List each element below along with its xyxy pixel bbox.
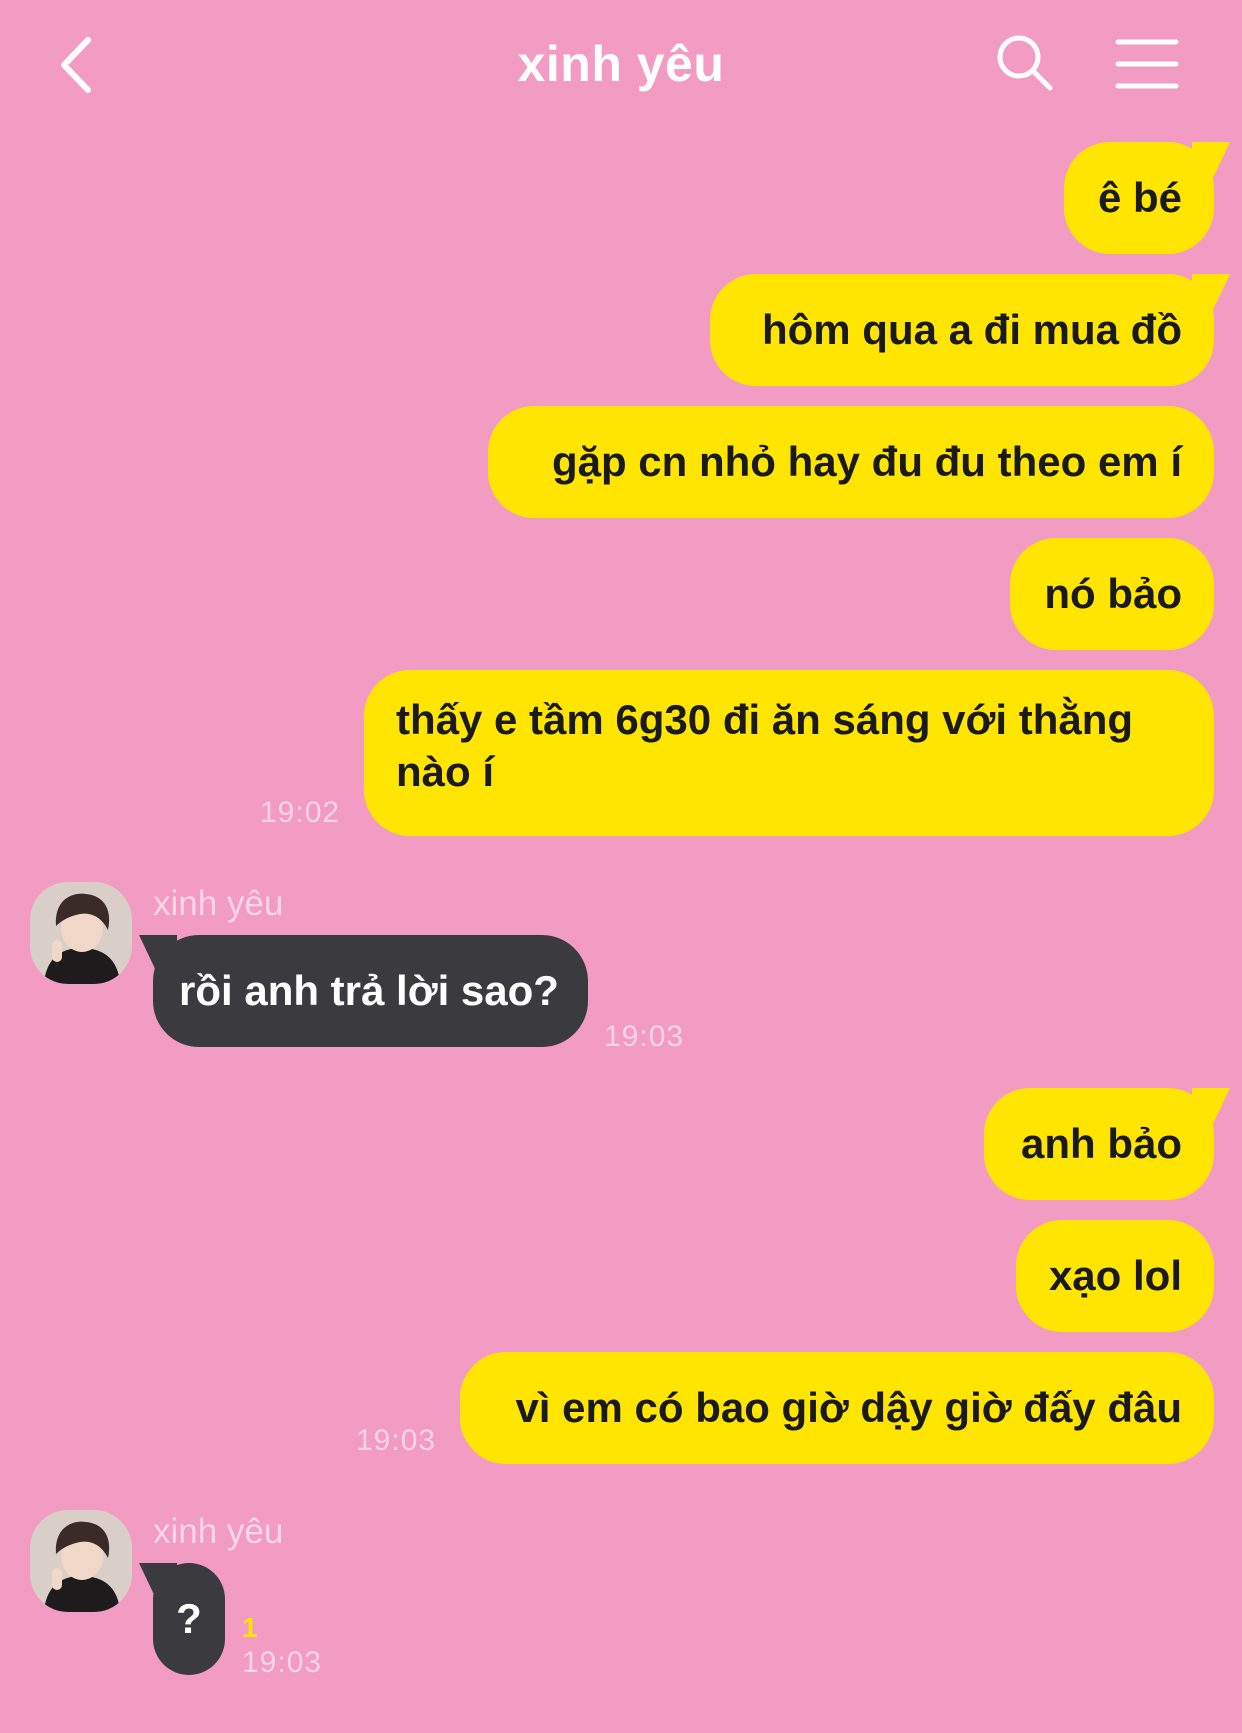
message-timestamp: 19:03 [356, 1424, 437, 1457]
sender-name: xinh yêu [153, 884, 284, 923]
message-text: vì em có bao giờ dậy giờ đấy đâu [515, 1384, 1182, 1431]
outgoing-message[interactable]: anh bảo [984, 1088, 1214, 1200]
outgoing-message[interactable]: ê bé [1064, 142, 1214, 254]
hamburger-menu-icon [1115, 39, 1179, 89]
message-text: rồi anh trả lời sao? [179, 967, 559, 1014]
message-timestamp: 19:02 [260, 796, 341, 829]
outgoing-message[interactable]: thấy e tầm 6g30 đi ăn sáng với thằng nào… [364, 670, 1214, 836]
chat-header: xinh yêu [0, 0, 1242, 135]
message-text: ? [176, 1595, 202, 1642]
menu-button[interactable] [1114, 36, 1180, 92]
message-text: hôm qua a đi mua đồ [761, 306, 1182, 353]
message-text: nó bảo [1044, 570, 1182, 617]
message-text: xạo lol [1048, 1252, 1182, 1299]
avatar[interactable] [30, 1510, 132, 1612]
outgoing-message[interactable]: vì em có bao giờ dậy giờ đấy đâu [460, 1352, 1214, 1464]
outgoing-message[interactable]: xạo lol [1016, 1220, 1214, 1332]
outgoing-message[interactable]: nó bảo [1010, 538, 1214, 650]
unread-count: 1 [242, 1612, 258, 1643]
message-text: gặp cn nhỏ hay đu đu theo em í [551, 438, 1182, 485]
incoming-message[interactable]: rồi anh trả lời sao? [153, 935, 588, 1047]
search-button[interactable] [994, 32, 1056, 94]
avatar[interactable] [30, 882, 132, 984]
message-text: anh bảo [1020, 1120, 1182, 1167]
sender-name: xinh yêu [153, 1512, 284, 1551]
search-icon [997, 35, 1053, 91]
message-timestamp: 19:03 [242, 1646, 323, 1679]
outgoing-message[interactable]: gặp cn nhỏ hay đu đu theo em í [488, 406, 1214, 518]
message-text: ê bé [1097, 174, 1182, 221]
message-timestamp: 19:03 [604, 1020, 685, 1053]
contact-photo-icon [30, 882, 132, 984]
message-text: thấy e tầm 6g30 đi ăn sáng với thằng nào… [396, 696, 1134, 795]
outgoing-message[interactable]: hôm qua a đi mua đồ [710, 274, 1214, 386]
contact-photo-icon [30, 1510, 132, 1612]
incoming-message[interactable]: ? [153, 1563, 225, 1675]
